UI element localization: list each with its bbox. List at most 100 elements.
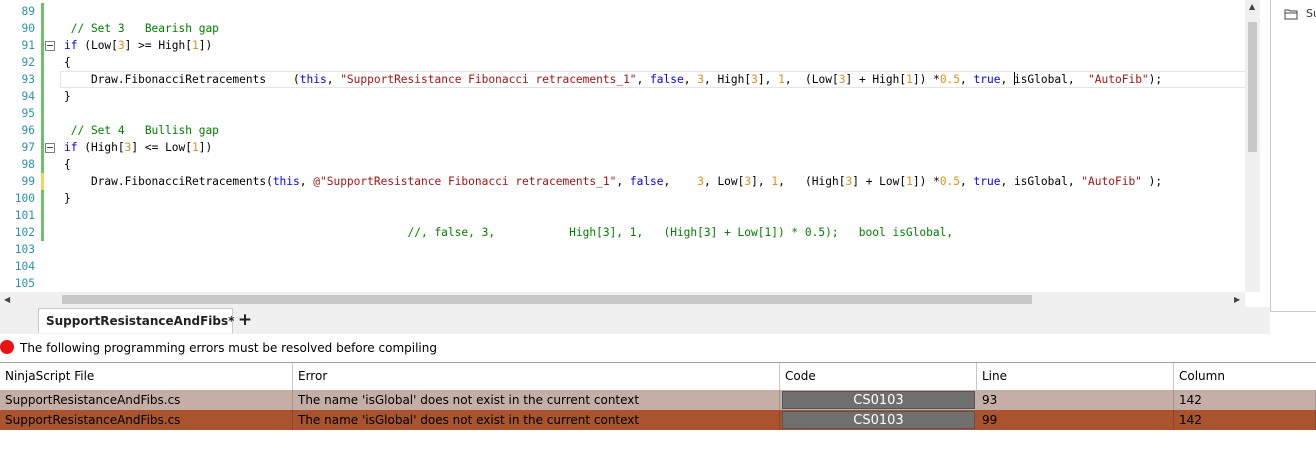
code-token: ] + High[ bbox=[845, 73, 907, 86]
error-line-cell[interactable]: 93 bbox=[977, 390, 1174, 410]
change-marker bbox=[41, 105, 44, 122]
error-grid: NinjaScript File Error Code Line Column … bbox=[0, 362, 1316, 474]
line-number: 89 bbox=[21, 5, 35, 18]
vertical-scrollbar[interactable]: ▲ bbox=[1245, 0, 1260, 292]
code-line[interactable]: 90 // Set 3 Bearish gap bbox=[0, 20, 1245, 37]
column-header-code[interactable]: Code bbox=[780, 363, 977, 390]
scroll-up-icon[interactable]: ▲ bbox=[1249, 2, 1255, 11]
code-line[interactable]: 93 Draw.FibonacciRetracements (this, "Su… bbox=[0, 71, 1247, 88]
code-token: "AutoFib" bbox=[1081, 175, 1142, 188]
error-column-cell[interactable]: 142 bbox=[1174, 390, 1316, 410]
code-token: isGlobal, bbox=[1013, 73, 1089, 86]
tab-bar: SupportResistanceAndFibs* + bbox=[0, 307, 1270, 334]
code-token: , (High[ bbox=[778, 175, 846, 188]
line-number: 99 bbox=[21, 175, 35, 188]
code-line[interactable]: 102 //, false, 3, High[3], 1, (High[3] +… bbox=[0, 224, 1245, 241]
code-line[interactable]: 96 // Set 4 Bullish gap bbox=[0, 122, 1245, 139]
code-token: , isGlobal, bbox=[1000, 175, 1082, 188]
code-token: true bbox=[973, 175, 1001, 188]
error-code-cell[interactable]: CS0103 bbox=[782, 391, 975, 409]
code-token: , bbox=[1000, 73, 1014, 86]
folder-label[interactable]: Su bbox=[1306, 7, 1316, 20]
code-text: Draw.FibonacciRetracements(this, @"Suppo… bbox=[64, 173, 1162, 190]
code-line[interactable]: 104 bbox=[0, 258, 1245, 275]
code-token: } bbox=[64, 192, 71, 205]
error-error-cell[interactable]: The name 'isGlobal' does not exist in th… bbox=[293, 390, 780, 410]
code-token: , Low[ bbox=[703, 175, 745, 188]
collapse-icon[interactable] bbox=[45, 41, 55, 51]
code-token: { bbox=[64, 56, 71, 69]
error-line-cell[interactable]: 99 bbox=[977, 410, 1174, 430]
status-message: The following programming errors must be… bbox=[20, 341, 437, 355]
add-tab-button[interactable]: + bbox=[234, 309, 256, 331]
code-token: ]) * bbox=[912, 175, 940, 188]
change-marker bbox=[41, 207, 44, 224]
code-token: , bbox=[683, 73, 698, 86]
column-header-line[interactable]: Line bbox=[977, 363, 1174, 390]
line-number: 94 bbox=[21, 90, 35, 103]
code-line[interactable]: 101 bbox=[0, 207, 1245, 224]
code-token: { bbox=[64, 158, 71, 171]
error-column-cell[interactable]: 142 bbox=[1174, 410, 1316, 430]
code-editor[interactable]: 89 90 // Set 3 Bearish gap 91 if (Low[3] >=… bbox=[0, 0, 1260, 307]
error-row[interactable]: SupportResistanceAndFibs.cs The name 'isG… bbox=[0, 390, 1316, 410]
code-token: 1 bbox=[192, 141, 199, 154]
code-token: , High[ bbox=[703, 73, 752, 86]
change-marker bbox=[41, 224, 44, 241]
line-number: 104 bbox=[14, 260, 35, 273]
code-token: ]) * bbox=[912, 73, 940, 86]
code-token: // Set 3 Bearish gap bbox=[64, 22, 219, 35]
code-line[interactable]: 89 bbox=[0, 3, 1245, 20]
change-marker bbox=[41, 139, 44, 156]
line-number: 97 bbox=[21, 141, 35, 154]
code-line[interactable]: 100} bbox=[0, 190, 1245, 207]
code-line[interactable]: 98 { bbox=[0, 156, 1245, 173]
column-header-file[interactable]: NinjaScript File bbox=[0, 363, 293, 390]
scroll-right-icon[interactable]: ▶ bbox=[1234, 295, 1240, 304]
code-line[interactable]: 92 { bbox=[0, 54, 1245, 71]
error-code-cell[interactable]: CS0103 bbox=[782, 411, 975, 429]
code-token: ]) bbox=[198, 39, 213, 52]
change-marker bbox=[41, 190, 44, 207]
code-token: 3 bbox=[751, 73, 758, 86]
collapse-icon[interactable] bbox=[45, 143, 55, 153]
code-line[interactable]: 95 bbox=[0, 105, 1245, 122]
scroll-left-icon[interactable]: ◀ bbox=[4, 295, 10, 304]
line-number: 90 bbox=[21, 22, 35, 35]
code-token: ], bbox=[751, 175, 772, 188]
line-number: 100 bbox=[14, 192, 35, 205]
code-text: //, false, 3, High[3], 1, (High[3] + Low… bbox=[64, 224, 954, 241]
code-line[interactable]: 94} bbox=[0, 88, 1245, 105]
error-file-cell[interactable]: SupportResistanceAndFibs.cs bbox=[0, 410, 293, 430]
code-line[interactable]: 97 if (High[3] <= Low[1]) bbox=[0, 139, 1245, 156]
horizontal-scrollbar[interactable]: ◀ ▶ bbox=[0, 292, 1245, 307]
code-text: // Set 4 Bullish gap bbox=[64, 122, 219, 139]
code-token: false bbox=[650, 73, 684, 86]
code-token: ]) bbox=[198, 141, 213, 154]
code-token: , bbox=[960, 73, 974, 86]
code-token: (Low[ bbox=[77, 39, 118, 52]
code-token: //, false, 3, High[3], 1, (High[3] + Low… bbox=[64, 226, 954, 239]
line-number: 95 bbox=[21, 107, 35, 120]
change-marker bbox=[41, 20, 44, 37]
code-token: , bbox=[636, 73, 651, 86]
code-token: this bbox=[272, 175, 300, 188]
code-token: ); bbox=[1141, 175, 1163, 188]
code-token: ] <= Low[ bbox=[131, 141, 193, 154]
column-header-error[interactable]: Error bbox=[293, 363, 780, 390]
column-header-column[interactable]: Column bbox=[1174, 363, 1316, 390]
line-number: 93 bbox=[21, 73, 35, 86]
vertical-scroll-thumb[interactable] bbox=[1248, 22, 1257, 152]
error-error-cell[interactable]: The name 'isGlobal' does not exist in th… bbox=[293, 410, 780, 430]
code-line[interactable]: 91 if (Low[3] >= High[1]) bbox=[0, 37, 1245, 54]
tab-document[interactable]: SupportResistanceAndFibs* bbox=[38, 308, 234, 333]
horizontal-scroll-thumb[interactable] bbox=[62, 295, 1032, 304]
code-line[interactable]: 99 Draw.FibonacciRetracements(this, @"Su… bbox=[0, 173, 1245, 190]
change-marker bbox=[41, 88, 44, 105]
code-line[interactable]: 103 bbox=[0, 241, 1245, 258]
error-file-cell[interactable]: SupportResistanceAndFibs.cs bbox=[0, 390, 293, 410]
code-line[interactable]: 105 bbox=[0, 275, 1245, 292]
error-row[interactable]: SupportResistanceAndFibs.cs The name 'isG… bbox=[0, 410, 1316, 430]
code-text: // Set 3 Bearish gap bbox=[64, 20, 219, 37]
code-token: 0.5 bbox=[939, 175, 961, 188]
